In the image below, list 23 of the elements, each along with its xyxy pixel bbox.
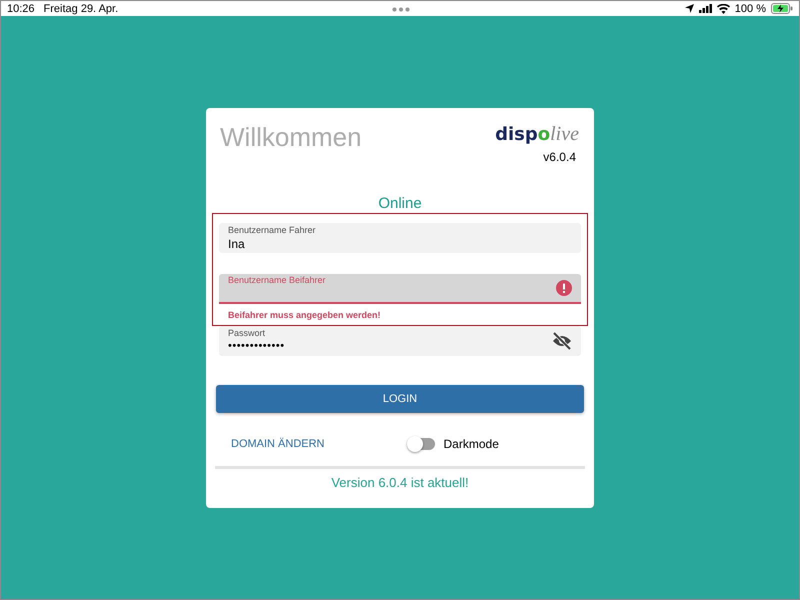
connection-status: Online bbox=[377, 195, 423, 214]
input-field[interactable]: Benutzername Beifahrer bbox=[219, 274, 581, 304]
update-status: Version 6.0.4 ist aktuell! bbox=[330, 475, 470, 490]
login-button[interactable]: LOGIN bbox=[216, 385, 584, 413]
welcome-title: Willkommen bbox=[220, 122, 362, 154]
darkmode-toggle[interactable] bbox=[408, 438, 435, 450]
status-time: 10:26 bbox=[7, 2, 35, 14]
eye-slash-icon[interactable] bbox=[552, 332, 572, 350]
error-message: Beifahrer muss angegeben werden! bbox=[227, 309, 382, 322]
version-label: v6.0.4 bbox=[543, 150, 576, 164]
app-logo: dispolive bbox=[495, 122, 579, 147]
signal-icon bbox=[698, 4, 712, 13]
more-dots-icon[interactable] bbox=[392, 7, 410, 12]
battery-charging-icon bbox=[771, 3, 793, 14]
location-icon bbox=[684, 4, 694, 13]
input-field[interactable]: Benutzername Fahrer Ina bbox=[219, 223, 581, 253]
status-date: Freitag 29. Apr. bbox=[44, 2, 118, 14]
error-icon bbox=[556, 280, 572, 296]
input-field[interactable]: Passwort ••••••••••••• bbox=[219, 326, 581, 356]
darkmode-label: Darkmode bbox=[444, 437, 499, 451]
change-domain-link[interactable]: DOMAIN ÄNDERN bbox=[231, 438, 325, 450]
wifi-icon bbox=[716, 4, 730, 14]
battery-percent: 100 % bbox=[734, 2, 766, 14]
